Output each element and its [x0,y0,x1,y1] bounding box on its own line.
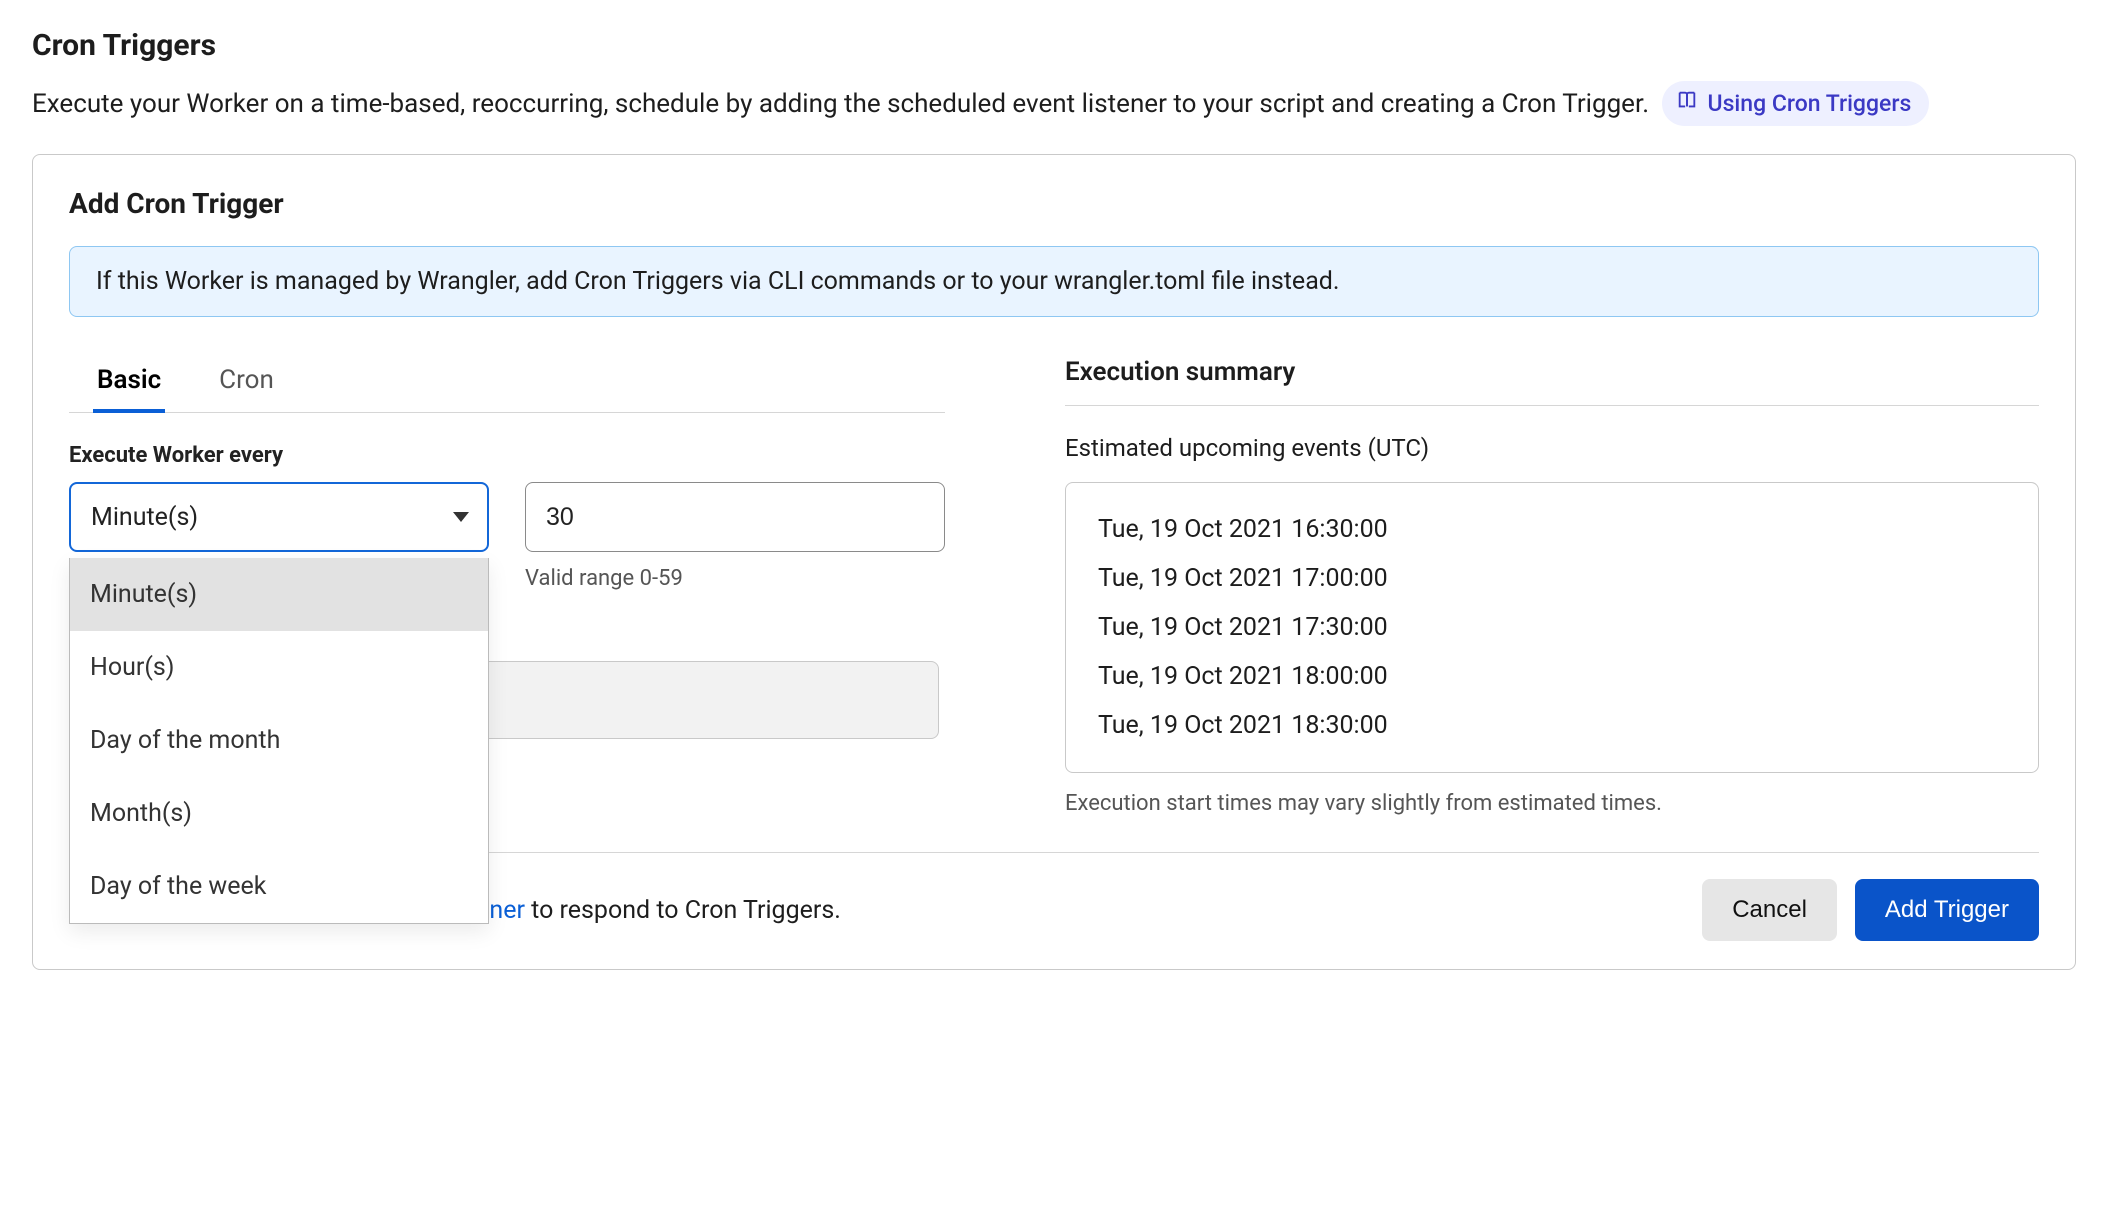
unit-option-months[interactable]: Month(s) [70,777,488,850]
unit-option-dom[interactable]: Day of the month [70,704,488,777]
events-note: Execution start times may vary slightly … [1065,791,2039,816]
event-row: Tue, 19 Oct 2021 18:00:00 [1098,652,2006,701]
unit-option-minutes[interactable]: Minute(s) [70,558,488,631]
right-column: Execution summary Estimated upcoming eve… [1065,357,2039,816]
event-row: Tue, 19 Oct 2021 17:30:00 [1098,603,2006,652]
unit-option-hours[interactable]: Hour(s) [70,631,488,704]
book-icon [1676,87,1698,120]
interval-input[interactable] [525,482,945,552]
docs-chip-label: Using Cron Triggers [1708,87,1912,120]
tab-cron[interactable]: Cron [215,357,278,413]
tabs: Basic Cron [69,357,945,413]
footer-text-suffix: to respond to Cron Triggers. [525,896,841,925]
info-banner: If this Worker is managed by Wrangler, a… [69,246,2039,317]
add-cron-trigger-card: Add Cron Trigger If this Worker is manag… [32,154,2076,970]
unit-option-dow[interactable]: Day of the week [70,850,488,923]
estimated-events-label: Estimated upcoming events (UTC) [1065,434,2039,462]
unit-select[interactable]: Minute(s) Minute(s) Hour(s) Day of the m… [69,482,489,552]
event-row: Tue, 19 Oct 2021 17:00:00 [1098,554,2006,603]
event-row: Tue, 19 Oct 2021 18:30:00 [1098,701,2006,750]
add-trigger-button[interactable]: Add Trigger [1855,879,2039,941]
page-title: Cron Triggers [32,28,2076,63]
execute-every-label: Execute Worker every [69,443,945,468]
execution-summary-title: Execution summary [1065,357,2039,406]
left-column: Basic Cron Execute Worker every Minute(s… [69,357,945,739]
unit-select-button[interactable]: Minute(s) [69,482,489,552]
chevron-down-icon [453,512,469,522]
cancel-button[interactable]: Cancel [1702,879,1837,941]
tab-basic[interactable]: Basic [93,357,165,413]
unit-dropdown: Minute(s) Hour(s) Day of the month Month… [69,558,489,924]
interval-hint: Valid range 0-59 [525,566,945,591]
page-description: Execute your Worker on a time-based, reo… [32,81,2076,126]
event-row: Tue, 19 Oct 2021 16:30:00 [1098,505,2006,554]
unit-select-value: Minute(s) [91,503,198,532]
docs-chip[interactable]: Using Cron Triggers [1662,81,1930,126]
events-box: Tue, 19 Oct 2021 16:30:00 Tue, 19 Oct 20… [1065,482,2039,773]
card-title: Add Cron Trigger [69,187,2039,220]
page-description-text: Execute your Worker on a time-based, reo… [32,89,1649,119]
